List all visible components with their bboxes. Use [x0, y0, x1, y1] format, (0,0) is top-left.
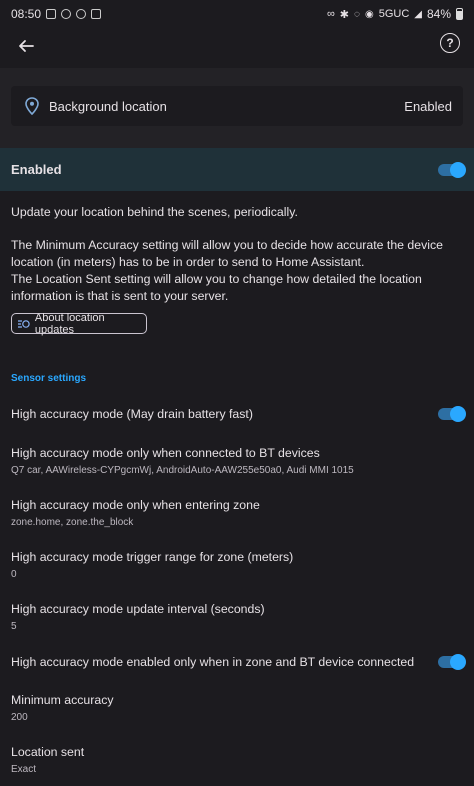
network-type: 5GUC	[378, 8, 410, 20]
description-line-2: The Minimum Accuracy setting will allow …	[11, 238, 443, 270]
switch-knob	[450, 654, 466, 670]
top-app-bar: ?	[0, 28, 474, 68]
setting-minimum-accuracy[interactable]: Minimum accuracy 200	[11, 693, 431, 724]
enabled-row[interactable]: Enabled	[0, 148, 474, 191]
setting-high-accuracy-zone[interactable]: High accuracy mode only when entering zo…	[11, 498, 431, 529]
setting-value: Q7 car, AAWireless-CYPgcmWj, AndroidAuto…	[11, 465, 354, 476]
setting-title: Minimum accuracy	[11, 693, 114, 707]
switch-knob	[450, 406, 466, 422]
setting-value: 200	[11, 712, 28, 723]
enabled-switch[interactable]	[438, 162, 466, 178]
description-line-3: The Location Sent setting will allow you…	[11, 271, 422, 303]
about-location-updates-button[interactable]: About location updates	[11, 311, 147, 336]
sensor-name: Background location	[49, 99, 167, 114]
status-left: 08:50	[11, 7, 102, 21]
mute-icon: ◌	[354, 8, 360, 20]
setting-title: High accuracy mode trigger range for zon…	[11, 550, 294, 564]
setting-trigger-range[interactable]: High accuracy mode trigger range for zon…	[11, 550, 431, 581]
high-accuracy-switch[interactable]	[438, 406, 466, 422]
setting-title: High accuracy mode only when entering zo…	[11, 498, 260, 512]
about-button-label: About location updates	[34, 311, 105, 336]
zone-and-bt-switch[interactable]	[438, 654, 466, 670]
location-icon: ◉	[364, 8, 374, 20]
bluetooth-icon: ✱	[339, 8, 350, 21]
gallery-icon	[46, 9, 57, 19]
help-icon: ?	[446, 36, 454, 50]
link-icon: ∞	[326, 8, 335, 20]
setting-value: Exact	[11, 764, 37, 775]
help-button[interactable]: ?	[440, 33, 460, 53]
sensor-state: Enabled	[404, 99, 452, 114]
sensor-description: Update your location behind the scenes, …	[11, 204, 451, 304]
setting-value: 5	[11, 621, 17, 632]
signal-icon: ◢	[414, 8, 422, 20]
sensor-card: Background location Enabled	[11, 86, 463, 126]
setting-title: High accuracy mode enabled only when in …	[11, 655, 415, 669]
setting-title: High accuracy mode update interval (seco…	[11, 602, 265, 616]
setting-title: High accuracy mode (May drain battery fa…	[11, 407, 253, 421]
info-list-icon	[18, 319, 30, 328]
battery-percent: 84%	[426, 7, 451, 21]
battery-icon	[456, 8, 463, 20]
switch-knob	[450, 162, 466, 178]
setting-update-interval[interactable]: High accuracy mode update interval (seco…	[11, 602, 431, 633]
description-line-1: Update your location behind the scenes, …	[11, 205, 298, 219]
messenger-icon	[61, 9, 72, 19]
setting-title: Location sent	[11, 745, 85, 759]
chat-icon	[76, 9, 87, 19]
back-button[interactable]	[14, 34, 38, 58]
setting-zone-and-bt[interactable]: High accuracy mode enabled only when in …	[11, 655, 431, 670]
status-right: ∞ ✱ ◌ ◉ 5GUC ◢ 84%	[327, 7, 463, 21]
location-pin-icon	[25, 97, 39, 115]
setting-high-accuracy-mode[interactable]: High accuracy mode (May drain battery fa…	[11, 407, 431, 422]
status-bar: 08:50 ∞ ✱ ◌ ◉ 5GUC ◢ 84%	[0, 0, 474, 28]
status-time: 08:50	[11, 7, 42, 21]
home-assistant-icon	[91, 9, 102, 19]
setting-title: High accuracy mode only when connected t…	[11, 446, 320, 460]
setting-value: zone.home, zone.the_block	[11, 517, 134, 528]
setting-high-accuracy-bt[interactable]: High accuracy mode only when connected t…	[11, 446, 431, 477]
section-header: Sensor settings	[11, 373, 87, 384]
arrow-back-icon	[19, 40, 34, 52]
setting-value: 0	[11, 569, 17, 580]
enabled-label: Enabled	[11, 162, 62, 177]
setting-location-sent[interactable]: Location sent Exact	[11, 745, 431, 776]
